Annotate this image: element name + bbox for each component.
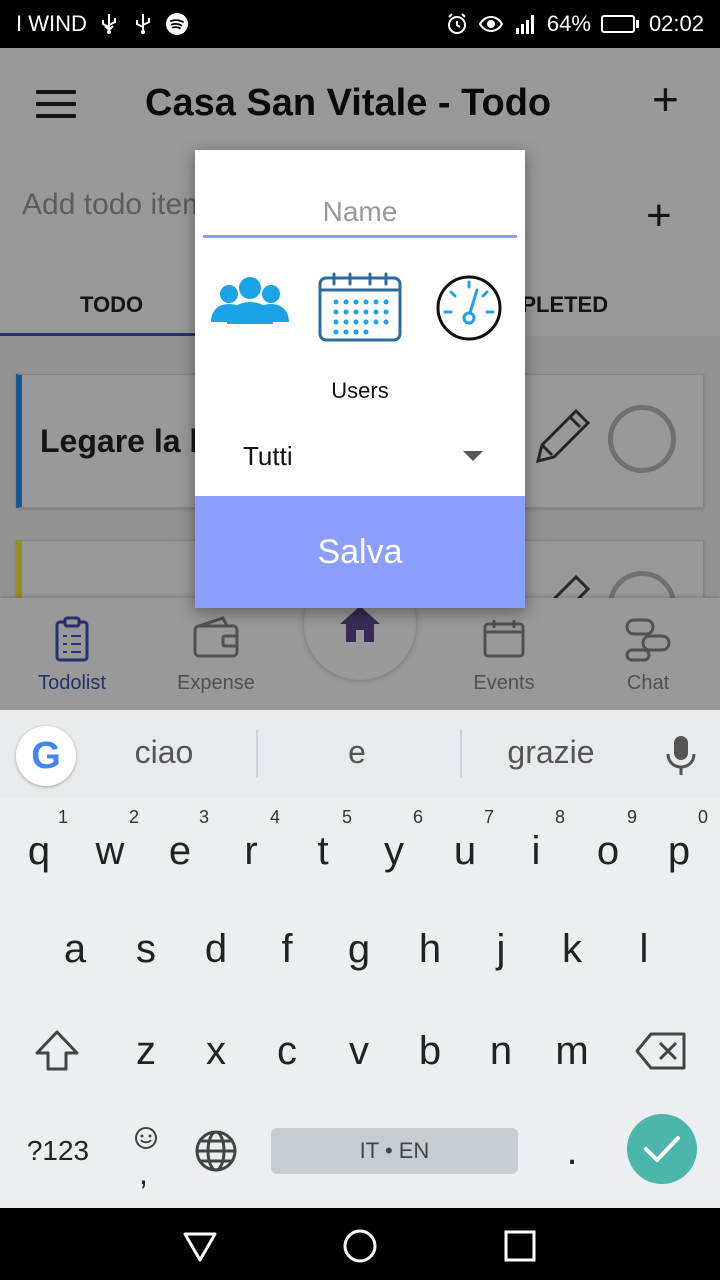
user-select-value: Tutti <box>243 440 293 471</box>
shift-key[interactable] <box>22 1006 92 1096</box>
emoji-comma-key[interactable]: , <box>111 1106 181 1196</box>
suggestion[interactable]: e <box>257 734 457 771</box>
soft-keyboard: G ciao e grazie q1 w2 e3 r4 t5 y6 u7 i8 … <box>0 710 720 1208</box>
alarm-icon <box>447 13 466 34</box>
key-c[interactable]: c <box>252 1006 322 1096</box>
user-select[interactable]: Tutti <box>243 436 493 476</box>
usb-icon <box>135 14 150 34</box>
users-section-label: Users <box>331 378 389 403</box>
key-m[interactable]: m <box>537 1006 607 1096</box>
status-bar: I WIND 64% 02:02 <box>0 0 720 48</box>
backspace-icon <box>635 1032 686 1070</box>
shift-icon <box>35 1030 79 1071</box>
battery-percent: 64% <box>546 11 591 36</box>
enter-key[interactable] <box>627 1114 697 1184</box>
key-s[interactable]: s <box>111 904 181 994</box>
eye-icon <box>478 15 503 33</box>
key-q[interactable]: q1 <box>4 806 74 896</box>
suggestion[interactable]: ciao <box>64 734 264 771</box>
system-navigation-bar <box>0 1208 720 1280</box>
key-h[interactable]: h <box>395 904 465 994</box>
symbols-key[interactable]: ?123 <box>18 1106 98 1196</box>
name-input[interactable] <box>203 188 517 238</box>
backspace-key[interactable] <box>626 1006 696 1096</box>
key-i[interactable]: i8 <box>501 806 571 896</box>
language-key[interactable] <box>181 1106 251 1196</box>
key-n[interactable]: n <box>466 1006 536 1096</box>
key-r[interactable]: r4 <box>216 806 286 896</box>
comma-label: , <box>139 1155 148 1191</box>
key-a[interactable]: a <box>40 904 110 994</box>
signal-icon <box>515 15 534 34</box>
key-t[interactable]: t5 <box>288 806 358 896</box>
key-d[interactable]: d <box>181 904 251 994</box>
key-f[interactable]: f <box>252 904 322 994</box>
spotify-icon <box>165 13 188 35</box>
period-key[interactable]: . <box>537 1106 607 1196</box>
globe-icon <box>195 1130 237 1172</box>
key-e[interactable]: e3 <box>145 806 215 896</box>
new-todo-dialog: Users Tutti Salva <box>195 150 525 608</box>
key-b[interactable]: b <box>395 1006 465 1096</box>
suggestion[interactable]: grazie <box>451 734 651 771</box>
key-x[interactable]: x <box>181 1006 251 1096</box>
key-z[interactable]: z <box>111 1006 181 1096</box>
usb-icon <box>101 14 116 34</box>
battery-icon <box>600 15 639 33</box>
back-icon[interactable] <box>182 1228 218 1264</box>
microphone-icon[interactable] <box>664 734 698 778</box>
clock: 02:02 <box>648 11 704 36</box>
space-key[interactable]: IT • EN <box>271 1128 518 1174</box>
recents-icon[interactable] <box>502 1228 538 1264</box>
suggestion-bar: G ciao e grazie <box>0 710 720 798</box>
dropdown-caret-icon <box>463 451 483 461</box>
calendar-icon[interactable] <box>318 272 402 342</box>
save-button[interactable]: Salva <box>195 496 525 608</box>
key-w[interactable]: w2 <box>75 806 145 896</box>
gauge-icon[interactable] <box>435 274 503 342</box>
key-u[interactable]: u7 <box>430 806 500 896</box>
home-nav-icon[interactable] <box>342 1228 378 1264</box>
users-icon[interactable] <box>209 272 291 344</box>
key-k[interactable]: k <box>537 904 607 994</box>
key-j[interactable]: j <box>466 904 536 994</box>
carrier-label: I WIND <box>16 11 87 36</box>
key-l[interactable]: l <box>609 904 679 994</box>
key-p[interactable]: p0 <box>644 806 714 896</box>
key-y[interactable]: y6 <box>359 806 429 896</box>
check-icon <box>644 1136 680 1162</box>
key-g[interactable]: g <box>324 904 394 994</box>
key-v[interactable]: v <box>324 1006 394 1096</box>
key-o[interactable]: o9 <box>573 806 643 896</box>
